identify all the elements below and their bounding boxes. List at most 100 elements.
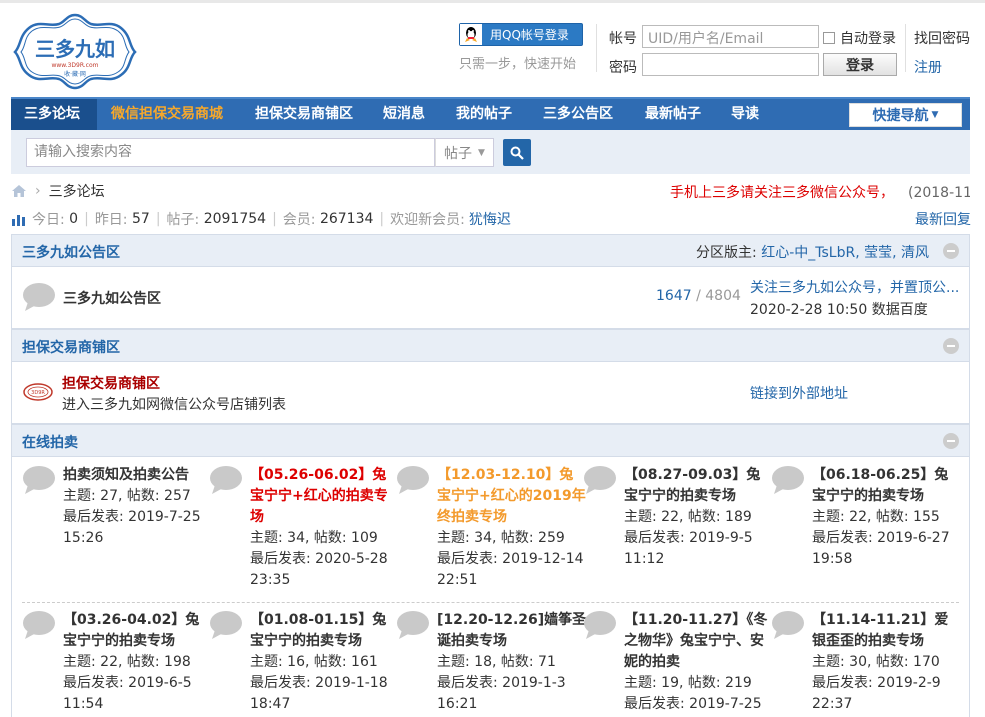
nav-item-guide[interactable]: 导读 xyxy=(719,99,771,130)
nav-item-wechat-mall[interactable]: 微信担保交易商城 xyxy=(99,99,235,130)
breadcrumb-separator: › xyxy=(35,183,41,199)
auction-forum-title[interactable]: 【05.26-06.02】兔宝宁宁+红心的拍卖专场 xyxy=(250,465,400,528)
auction-forum-last-post: 最后发表: 2019-9-5 11:12 xyxy=(624,530,753,567)
qq-login-button[interactable]: 用QQ帐号登录 xyxy=(459,23,583,46)
auction-forum-cell: 【01.08-01.15】兔宝宁宁的拍卖专场 主题: 16, 帖数: 161 最后发… xyxy=(250,610,400,715)
auction-forum-stats: 主题: 30, 帖数: 170 xyxy=(812,654,940,670)
nav-item-announcements[interactable]: 三多公告区 xyxy=(531,99,625,130)
thread-count: 1647 xyxy=(656,288,692,304)
forum-bubble-icon xyxy=(771,465,805,495)
section-title[interactable]: 三多九如公告区 xyxy=(22,242,120,262)
forum-bubble-icon xyxy=(583,610,617,640)
account-input[interactable]: UID/用户名/Email xyxy=(642,25,819,48)
separator: | xyxy=(272,211,277,227)
auction-forum-title[interactable]: 【06.18-06.25】兔宝宁宁的拍卖专场 xyxy=(812,465,962,507)
quick-nav-dropdown[interactable]: 快捷导航 ▼ xyxy=(849,103,962,127)
svg-text:收·藏·网: 收·藏·网 xyxy=(64,70,86,78)
divider xyxy=(905,24,906,72)
shop-logo-icon: 3D9R xyxy=(23,383,53,401)
announcement-marquee[interactable]: 手机上三多请关注三多微信公众号， (2018-11- xyxy=(670,182,970,202)
section-header-announce: 三多九如公告区 分区版主: 红心-中_TsLbR, 莹莹, 清风 xyxy=(11,234,970,267)
stat-today: 0 xyxy=(69,211,79,227)
moderators-label: 分区版主: xyxy=(696,245,757,261)
stat-members-label: 会员: xyxy=(282,212,316,228)
nav-item-latest[interactable]: 最新帖子 xyxy=(633,99,713,130)
stat-members: 267134 xyxy=(319,211,374,227)
auction-forum-last-post: 最后发表: 2019-6-5 11:54 xyxy=(63,675,192,712)
home-icon[interactable] xyxy=(11,184,27,198)
nav-item-forum[interactable]: 三多论坛 xyxy=(11,99,97,130)
auction-forum-title[interactable]: 【11.14-11.21】爱银歪歪的拍卖专场 xyxy=(812,610,962,652)
nav-item-messages[interactable]: 短消息 xyxy=(371,99,437,130)
collapse-icon[interactable] xyxy=(943,338,959,354)
last-post-link[interactable]: 关注三多九如公众号，并置顶公... xyxy=(750,277,959,297)
auction-forum-cell: 【03.26-04.02】兔宝宁宁的拍卖专场 主题: 22, 帖数: 198 最后发… xyxy=(63,610,213,715)
search-type-select[interactable]: 帖子 ▼ xyxy=(435,138,494,167)
search-bar: 请输入搜索内容 帖子 ▼ xyxy=(11,130,970,174)
forum-bubble-icon xyxy=(209,465,243,495)
auto-login-checkbox[interactable]: 自动登录 xyxy=(823,28,896,48)
external-link[interactable]: 链接到外部地址 xyxy=(750,383,848,403)
site-logo[interactable]: 三多九如 www.3D9R.com 收·藏·网 xyxy=(11,12,139,90)
auction-forum-title[interactable]: [12.20-12.26]嫱筝圣诞拍卖专场 xyxy=(437,610,587,652)
new-member-link[interactable]: 犹悔迟 xyxy=(469,209,511,229)
marquee-date: (2018-11- xyxy=(908,185,970,201)
collapse-icon[interactable] xyxy=(943,433,959,449)
forum-bubble-icon xyxy=(209,610,243,640)
breadcrumb-current[interactable]: 三多论坛 xyxy=(49,181,105,201)
collapse-icon[interactable] xyxy=(943,243,959,259)
svg-text:www.3D9R.com: www.3D9R.com xyxy=(51,62,98,69)
section-body-auction: 拍卖须知及拍卖公告 主题: 27, 帖数: 257 最后发表: 2019-7-25 … xyxy=(11,457,970,717)
auction-forum-last-post: 最后发表: 2019-2-9 22:37 xyxy=(812,675,941,712)
auction-forum-title[interactable]: 【11.20-11.27】《冬之物华》兔宝宁宁、安妮的拍卖 xyxy=(624,610,774,673)
search-button[interactable] xyxy=(503,139,531,166)
forum-bubble-icon xyxy=(396,465,430,495)
moderators-list[interactable]: 红心-中_TsLbR, 莹莹, 清风 xyxy=(761,245,929,261)
section-title[interactable]: 在线拍卖 xyxy=(22,432,78,452)
section-title[interactable]: 担保交易商铺区 xyxy=(22,337,120,357)
forgot-password-link[interactable]: 找回密码 xyxy=(914,28,970,48)
caret-down-icon: ▼ xyxy=(931,110,939,120)
last-post-time: 2020-2-28 10:50 数据百度 xyxy=(750,302,928,318)
search-type-label: 帖子 xyxy=(444,145,473,162)
auction-forum-cell: 【08.27-09.03】兔宝宁宁的拍卖专场 主题: 22, 帖数: 189 最后发… xyxy=(624,465,774,570)
auction-forum-title[interactable]: 【03.26-04.02】兔宝宁宁的拍卖专场 xyxy=(63,610,213,652)
svg-text:3D9R: 3D9R xyxy=(31,390,45,396)
auction-forum-title[interactable]: 【08.27-09.03】兔宝宁宁的拍卖专场 xyxy=(624,465,774,507)
stat-posts-label: 帖子: xyxy=(166,212,200,228)
separator: | xyxy=(379,211,385,227)
auction-forum-title[interactable]: 【01.08-01.15】兔宝宁宁的拍卖专场 xyxy=(250,610,400,652)
auction-forum-title[interactable]: 拍卖须知及拍卖公告 xyxy=(63,465,213,486)
password-label: 密码 xyxy=(609,60,637,76)
search-icon xyxy=(510,146,524,160)
auction-forum-cell: 【05.26-06.02】兔宝宁宁+红心的拍卖专场 主题: 34, 帖数: 109… xyxy=(250,465,400,591)
welcome-label: 欢迎新会员: xyxy=(390,212,465,228)
auction-forum-last-post: 最后发表: 2019-1-3 16:21 xyxy=(437,675,566,712)
row-divider xyxy=(22,602,959,603)
login-button[interactable]: 登录 xyxy=(823,53,897,76)
latest-reply-link[interactable]: 最新回复 xyxy=(915,209,971,229)
auction-forum-last-post: 最后发表: 2019-12-14 22:51 xyxy=(437,551,584,588)
auction-forum-last-post: 最后发表: 2019-7-25 15:26 xyxy=(63,509,201,546)
forum-name[interactable]: 担保交易商铺区 xyxy=(62,373,160,393)
auction-forum-cell: 拍卖须知及拍卖公告 主题: 27, 帖数: 257 最后发表: 2019-7-25 … xyxy=(63,465,213,549)
forum-name[interactable]: 三多九如公告区 xyxy=(63,288,161,308)
stat-posts: 2091754 xyxy=(203,211,267,227)
checkbox-icon[interactable] xyxy=(823,32,835,44)
forum-bubble-icon xyxy=(23,283,55,311)
qq-login-label: 用QQ帐号登录 xyxy=(490,28,569,42)
nav-item-my-posts[interactable]: 我的帖子 xyxy=(444,99,524,130)
forum-bubble-icon xyxy=(22,465,56,495)
stat-yesterday: 57 xyxy=(131,211,150,227)
chart-icon xyxy=(12,214,25,226)
caret-down-icon: ▼ xyxy=(478,147,485,158)
main-nav: 三多论坛 微信担保交易商城 担保交易商铺区 短消息 我的帖子 三多公告区 最新帖… xyxy=(11,97,970,130)
password-input[interactable] xyxy=(642,53,819,76)
auction-forum-cell: [12.20-12.26]嫱筝圣诞拍卖专场 主题: 18, 帖数: 71 最后发表:… xyxy=(437,610,587,715)
nav-item-shop[interactable]: 担保交易商铺区 xyxy=(243,99,365,130)
search-input[interactable]: 请输入搜索内容 xyxy=(26,138,435,167)
auction-forum-title[interactable]: 【12.03-12.10】兔宝宁宁+红心的2019年终拍卖专场 xyxy=(437,465,587,528)
stat-yesterday-label: 昨日: xyxy=(94,212,128,228)
qq-penguin-icon xyxy=(460,24,482,45)
register-link[interactable]: 注册 xyxy=(914,57,942,77)
